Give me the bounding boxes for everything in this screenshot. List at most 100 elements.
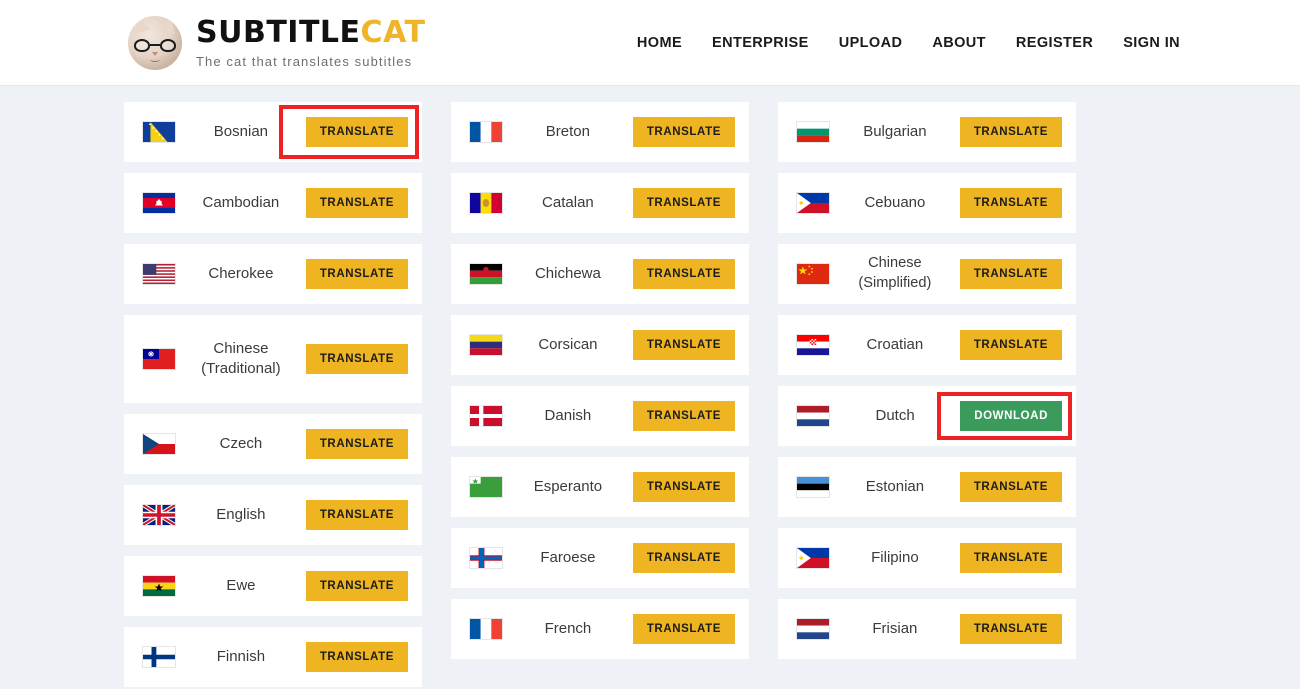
language-name: English xyxy=(216,505,266,523)
translate-button[interactable]: TRANSLATE xyxy=(632,401,735,431)
translate-button[interactable]: TRANSLATE xyxy=(305,188,408,218)
finland-flag xyxy=(142,646,176,668)
language-name: Faroese xyxy=(540,548,596,566)
france-flag xyxy=(469,121,503,143)
language-row: Estonian TRANSLATE xyxy=(778,457,1076,517)
translate-button[interactable]: TRANSLATE xyxy=(959,188,1062,218)
translate-button[interactable]: TRANSLATE xyxy=(305,642,408,672)
translate-button[interactable]: TRANSLATE xyxy=(959,472,1062,502)
translate-button[interactable]: TRANSLATE xyxy=(632,614,735,644)
croatia-flag xyxy=(796,334,830,356)
language-row: Filipino TRANSLATE xyxy=(778,528,1076,588)
language-name: Chinese (Simplified) xyxy=(858,255,932,291)
language-name: French xyxy=(544,619,592,637)
language-row: Cambodian TRANSLATE xyxy=(124,173,422,233)
philippines-flag xyxy=(796,192,830,214)
estonia-flag xyxy=(796,476,830,498)
translate-button[interactable]: TRANSLATE xyxy=(632,259,735,289)
translate-button[interactable]: TRANSLATE xyxy=(305,429,408,459)
cat-avatar-icon xyxy=(128,15,182,70)
frisia-flag xyxy=(796,618,830,640)
nav-link-enterprise[interactable]: ENTERPRISE xyxy=(712,35,809,51)
language-name: Ewe xyxy=(226,576,256,594)
translate-button[interactable]: TRANSLATE xyxy=(632,543,735,573)
united-states-flag xyxy=(142,263,176,285)
faroe-flag xyxy=(469,547,503,569)
language-row: Faroese TRANSLATE xyxy=(451,528,749,588)
ghana-flag xyxy=(142,575,176,597)
language-name: Czech xyxy=(219,434,263,452)
language-name: Dutch xyxy=(875,406,915,424)
language-row: French TRANSLATE xyxy=(451,599,749,659)
language-row: Cebuano TRANSLATE xyxy=(778,173,1076,233)
translate-button[interactable]: TRANSLATE xyxy=(305,500,408,530)
translate-button[interactable]: TRANSLATE xyxy=(959,614,1062,644)
logo-text-cat: CAT xyxy=(360,14,426,50)
philippines-flag xyxy=(796,547,830,569)
esperanto-flag xyxy=(469,476,503,498)
language-row: Croatian TRANSLATE xyxy=(778,315,1076,375)
language-column-3: Bulgarian TRANSLATE Cebuano TRANSLATE Chines… xyxy=(778,102,1076,687)
language-row: Catalan TRANSLATE xyxy=(451,173,749,233)
malawi-flag xyxy=(469,263,503,285)
language-row: Czech TRANSLATE xyxy=(124,414,422,474)
download-button[interactable]: DOWNLOAD xyxy=(960,401,1062,431)
language-row: Bulgarian TRANSLATE xyxy=(778,102,1076,162)
taiwan-flag xyxy=(142,348,176,370)
language-row: Corsican TRANSLATE xyxy=(451,315,749,375)
language-row: Chinese (Traditional) TRANSLATE xyxy=(124,315,422,403)
language-name: Breton xyxy=(545,122,590,140)
nav-link-about[interactable]: ABOUT xyxy=(932,35,986,51)
czech-republic-flag xyxy=(142,433,176,455)
translate-button[interactable]: TRANSLATE xyxy=(959,543,1062,573)
bosnia-flag xyxy=(142,121,176,143)
language-row: English TRANSLATE xyxy=(124,485,422,545)
logo-text-subtitle: SUBTITLE xyxy=(196,14,361,50)
language-name: Croatian xyxy=(866,335,924,353)
brand-logo[interactable]: SUBTITLECAT The cat that translates subt… xyxy=(128,14,426,70)
language-columns: Bosnian TRANSLATE Cambodian TRANSLATE Cherok… xyxy=(124,102,1176,687)
united-kingdom-flag xyxy=(142,504,176,526)
language-row: Frisian TRANSLATE xyxy=(778,599,1076,659)
language-name: Estonian xyxy=(865,477,925,495)
translate-button[interactable]: TRANSLATE xyxy=(959,117,1062,147)
language-name: Bosnian xyxy=(213,122,269,140)
language-name: Esperanto xyxy=(533,477,603,495)
translate-button[interactable]: TRANSLATE xyxy=(305,259,408,289)
translate-button[interactable]: TRANSLATE xyxy=(305,344,408,374)
translate-button[interactable]: TRANSLATE xyxy=(632,188,735,218)
language-row: Finnish TRANSLATE xyxy=(124,627,422,687)
translate-button[interactable]: TRANSLATE xyxy=(305,571,408,601)
wordmark: SUBTITLECAT The cat that translates subt… xyxy=(196,14,426,69)
language-row: Bosnian TRANSLATE xyxy=(124,102,422,162)
translate-button[interactable]: TRANSLATE xyxy=(632,117,735,147)
translate-button[interactable]: TRANSLATE xyxy=(305,117,408,147)
china-flag xyxy=(796,263,830,285)
nav-link-sign-in[interactable]: SIGN IN xyxy=(1123,35,1180,51)
translate-button[interactable]: TRANSLATE xyxy=(632,472,735,502)
language-row: Cherokee TRANSLATE xyxy=(124,244,422,304)
language-name: Catalan xyxy=(542,193,594,211)
cambodia-flag xyxy=(142,192,176,214)
logo-tagline: The cat that translates subtitles xyxy=(196,53,413,69)
language-row: Chinese (Simplified) TRANSLATE xyxy=(778,244,1076,304)
language-list: Bosnian TRANSLATE Cambodian TRANSLATE Cherok… xyxy=(0,86,1300,687)
language-name: Corsican xyxy=(538,335,598,353)
translate-button[interactable]: TRANSLATE xyxy=(959,330,1062,360)
denmark-flag xyxy=(469,405,503,427)
andorra-flag xyxy=(469,192,503,214)
language-column-1: Bosnian TRANSLATE Cambodian TRANSLATE Cherok… xyxy=(124,102,422,687)
translate-button[interactable]: TRANSLATE xyxy=(632,330,735,360)
language-name: Chinese (Traditional) xyxy=(201,339,281,377)
nav-link-upload[interactable]: UPLOAD xyxy=(839,35,903,51)
language-row: Dutch DOWNLOAD xyxy=(778,386,1076,446)
nav-link-register[interactable]: REGISTER xyxy=(1016,35,1093,51)
language-name: Cherokee xyxy=(208,264,274,282)
language-name: Danish xyxy=(544,406,592,424)
language-row: Danish TRANSLATE xyxy=(451,386,749,446)
language-row: Chichewa TRANSLATE xyxy=(451,244,749,304)
corsica-flag xyxy=(469,334,503,356)
translate-button[interactable]: TRANSLATE xyxy=(959,259,1062,289)
language-row: Ewe TRANSLATE xyxy=(124,556,422,616)
nav-link-home[interactable]: HOME xyxy=(637,35,682,51)
